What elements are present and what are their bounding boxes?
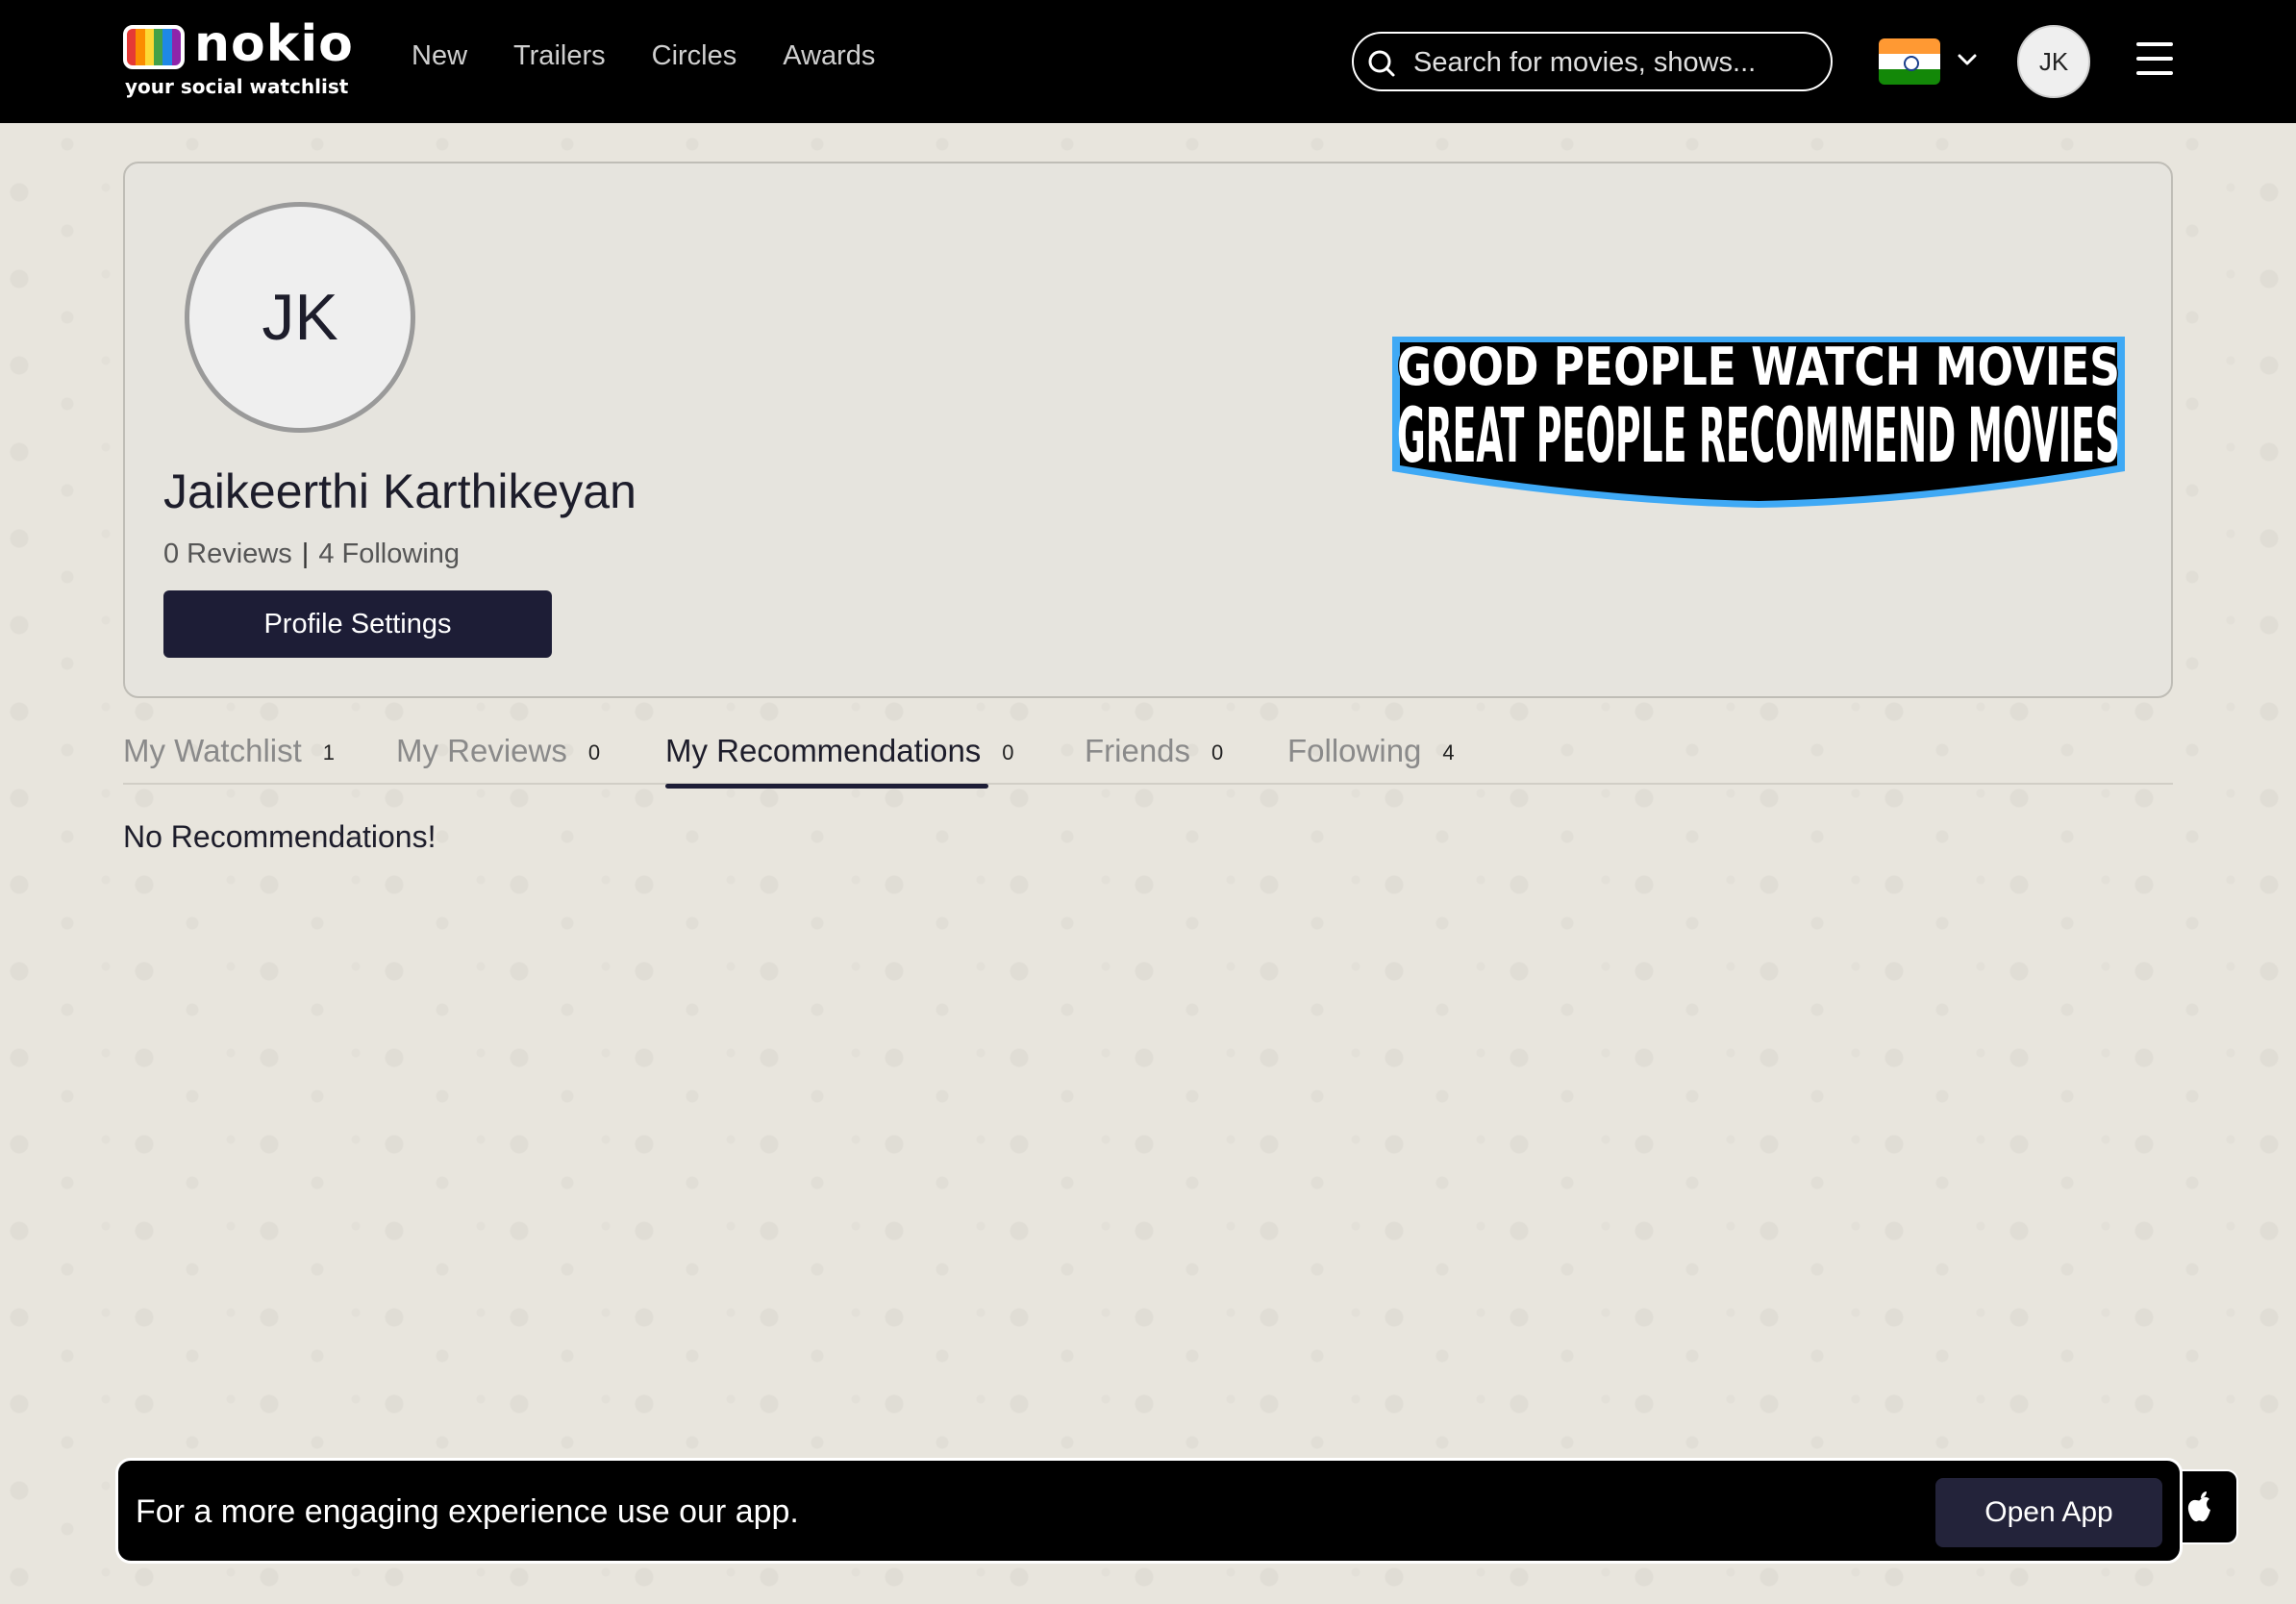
main-nav: New Trailers Circles Awards (412, 40, 875, 72)
banner-line-1: GOOD PEOPLE WATCH MOVIES (1397, 337, 2120, 397)
nav-link-trailers[interactable]: Trailers (513, 40, 606, 72)
profile-avatar: JK (185, 202, 415, 433)
recommend-banner: GOOD PEOPLE WATCH MOVIES GREAT PEOPLE RE… (1392, 336, 2125, 508)
user-avatar[interactable]: JK (2017, 25, 2090, 98)
tab-my-reviews[interactable]: My Reviews 0 (396, 733, 600, 785)
brand-name: nokio (194, 15, 354, 73)
chevron-down-icon[interactable] (1956, 48, 1979, 71)
tab-my-watchlist[interactable]: My Watchlist 1 (123, 733, 335, 785)
open-app-button[interactable]: Open App (1935, 1478, 2162, 1547)
nokio-logo[interactable]: nokio your social watchlist (123, 15, 353, 100)
app-promo-message: For a more engaging experience use our a… (136, 1493, 799, 1530)
tv-logo-icon (123, 25, 185, 69)
search-input[interactable] (1411, 43, 1815, 82)
nav-link-awards[interactable]: Awards (783, 40, 875, 72)
following-count[interactable]: 4 Following (318, 539, 460, 569)
reviews-count[interactable]: 0 Reviews (163, 539, 292, 569)
nav-link-circles[interactable]: Circles (652, 40, 737, 72)
profile-settings-button[interactable]: Profile Settings (163, 590, 552, 658)
india-flag-icon[interactable] (1879, 38, 1940, 85)
empty-state-message: No Recommendations! (123, 819, 437, 854)
top-navbar: nokio your social watchlist New Trailers… (0, 0, 2296, 123)
brand-tagline: your social watchlist (125, 75, 349, 98)
apple-icon (2187, 1491, 2210, 1522)
profile-name: Jaikeerthi Karthikeyan (163, 464, 636, 518)
tab-label: Following (1287, 733, 1422, 768)
tab-label: My Watchlist (123, 733, 302, 768)
tab-count: 1 (322, 740, 336, 764)
tab-friends[interactable]: Friends 0 (1085, 733, 1223, 785)
profile-stats: 0 Reviews | 4 Following (163, 539, 460, 570)
tab-count: 4 (1442, 740, 1455, 764)
tab-my-recommendations[interactable]: My Recommendations 0 (665, 733, 1014, 789)
profile-tabs: My Watchlist 1 My Reviews 0 My Recommendat… (123, 729, 2173, 789)
tab-label: My Recommendations (665, 733, 982, 768)
tab-following[interactable]: Following 4 (1287, 733, 1455, 785)
tab-label: Friends (1085, 733, 1191, 768)
stats-divider: | (301, 539, 310, 569)
search-icon (1368, 50, 1395, 77)
profile-card: JK Jaikeerthi Karthikeyan 0 Reviews | 4 Fo… (123, 162, 2173, 698)
app-promo-banner: For a more engaging experience use our a… (115, 1458, 2183, 1564)
nav-link-new[interactable]: New (412, 40, 467, 72)
tab-count: 0 (1211, 740, 1224, 764)
hamburger-menu-icon[interactable] (2136, 42, 2173, 79)
banner-line-2: GREAT PEOPLE RECOMMEND MOVIES (1397, 393, 2120, 480)
tab-count: 0 (1002, 740, 1014, 764)
tab-count: 0 (587, 740, 601, 764)
search-bar (1352, 32, 1833, 91)
tab-label: My Reviews (396, 733, 567, 768)
